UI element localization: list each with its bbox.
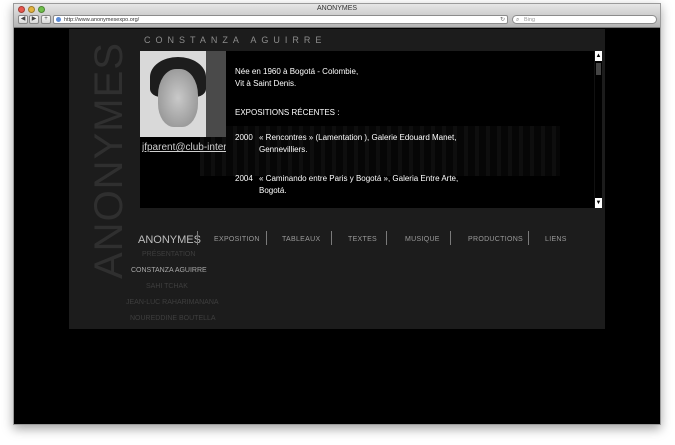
artist-content-box: jfparent@club-internet.fr Née en 1960 à … <box>140 51 602 208</box>
subnav-noureddine-boutella[interactable]: NOUREDDINE BOUTELLA <box>130 315 216 322</box>
nav-musique[interactable]: MUSIQUE <box>405 236 440 243</box>
scroll-thumb[interactable] <box>596 63 601 75</box>
site-favicon-icon <box>56 17 61 22</box>
nav-separator <box>197 231 198 245</box>
nav-separator <box>450 231 451 245</box>
vertical-site-title: ANONYMES <box>87 42 131 279</box>
bio-line: Vit à Saint Denis. <box>235 79 297 88</box>
page-viewport: ANONYMES CONSTANZA AGUIRRE jfparent@club… <box>14 29 660 424</box>
back-button[interactable]: ◀ <box>18 15 28 24</box>
subnav-presentation[interactable]: PRÉSENTATION <box>142 251 195 258</box>
nav-separator <box>266 231 267 245</box>
search-field[interactable]: ⌕ Bing <box>512 15 657 24</box>
brand-link[interactable]: ANONYMES <box>138 234 201 246</box>
add-bookmark-button[interactable]: + <box>41 15 51 24</box>
address-bar[interactable]: http://www.anonymesexpo.org/ ↻ <box>53 15 508 24</box>
nav-textes[interactable]: TEXTES <box>348 236 377 243</box>
nav-tableaux[interactable]: TABLEAUX <box>282 236 320 243</box>
artist-title: CONSTANZA AGUIRRE <box>144 35 327 45</box>
subnav-jean-luc-raharimanana[interactable]: JEAN-LUC RAHARIMANANA <box>126 299 219 306</box>
nav-exposition[interactable]: EXPOSITION <box>214 236 260 243</box>
site-panel: ANONYMES CONSTANZA AGUIRRE jfparent@club… <box>69 29 605 329</box>
forward-button[interactable]: ▶ <box>29 15 39 24</box>
title-bar: ANONYMES ◀ ▶ + http://www.anonymesexpo.o… <box>14 4 660 28</box>
artist-photo <box>140 51 226 137</box>
subnav-sahi-tchak[interactable]: SAHI TCHAK <box>146 283 188 290</box>
window-title: ANONYMES <box>316 5 358 12</box>
nav-productions[interactable]: PRODUCTIONS <box>468 236 523 243</box>
bio-line: Née en 1960 à Bogotá - Colombie, <box>235 67 359 76</box>
content-scrollbar[interactable]: ▲ ▼ <box>594 51 602 208</box>
search-icon: ⌕ <box>516 17 520 23</box>
artist-bio: Née en 1960 à Bogotá - Colombie, Vit à S… <box>235 66 358 90</box>
reload-icon[interactable]: ↻ <box>500 16 505 24</box>
nav-separator <box>331 231 332 245</box>
url-text: http://www.anonymesexpo.org/ <box>64 17 140 23</box>
exposition-year: 2004 <box>235 174 253 183</box>
nav-separator <box>386 231 387 245</box>
expositions-heading: EXPOSITIONS RÉCENTES : <box>235 108 340 117</box>
exposition-text: « Rencontres » (Lamentation ), Galerie E… <box>259 133 457 154</box>
scroll-down-arrow-icon[interactable]: ▼ <box>595 198 602 208</box>
subnav-constanza-aguirre[interactable]: CONSTANZA AGUIRRE <box>131 267 207 274</box>
exposition-text: « Caminando entre Paris y Bogotá », Gale… <box>259 174 459 195</box>
nav-separator <box>528 231 529 245</box>
scroll-up-arrow-icon[interactable]: ▲ <box>595 51 602 61</box>
nav-liens[interactable]: LIENS <box>545 236 567 243</box>
search-placeholder: Bing <box>524 17 536 23</box>
browser-window: ANONYMES ◀ ▶ + http://www.anonymesexpo.o… <box>13 3 661 425</box>
email-link[interactable]: jfparent@club-internet.fr <box>142 142 226 153</box>
exposition-year: 2000 <box>235 133 253 142</box>
